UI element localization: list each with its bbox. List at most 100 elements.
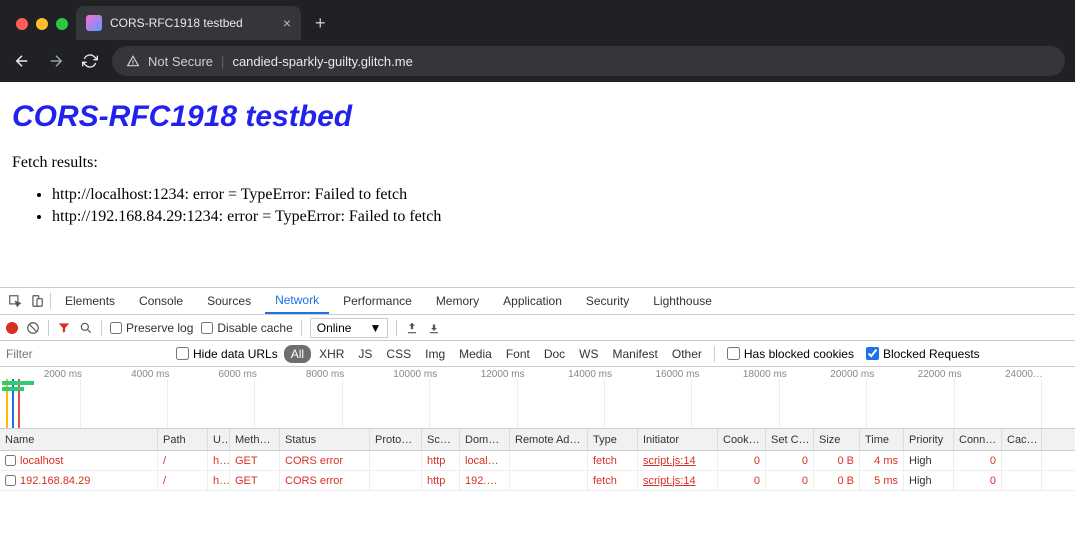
ruler-tick: 22000 ms bbox=[918, 369, 962, 380]
upload-har-icon[interactable] bbox=[405, 321, 419, 335]
table-row[interactable]: 192.168.84.29/h…GETCORS errorhttp192.…fe… bbox=[0, 471, 1075, 491]
column-header[interactable]: Dom… bbox=[460, 429, 510, 450]
cell-priority: High bbox=[904, 471, 954, 490]
clear-button[interactable] bbox=[26, 321, 40, 335]
hide-data-urls-checkbox[interactable]: Hide data URLs bbox=[170, 347, 284, 361]
search-icon[interactable] bbox=[79, 321, 93, 335]
column-header[interactable]: Status bbox=[280, 429, 370, 450]
network-table: NamePathU…Meth…StatusProto…Sc…Dom…Remote… bbox=[0, 429, 1075, 491]
column-header[interactable]: Cook… bbox=[718, 429, 766, 450]
column-header[interactable]: Name bbox=[0, 429, 158, 450]
column-header[interactable]: Proto… bbox=[370, 429, 422, 450]
overview-segment bbox=[2, 381, 34, 385]
column-header[interactable]: Set C… bbox=[766, 429, 814, 450]
security-warning-icon bbox=[126, 54, 140, 68]
table-row[interactable]: localhost/h…GETCORS errorhttplocal…fetch… bbox=[0, 451, 1075, 471]
devtools-tab-security[interactable]: Security bbox=[576, 288, 639, 314]
cell-method: GET bbox=[230, 471, 280, 490]
initiator-link[interactable]: script.js:14 bbox=[643, 455, 696, 467]
table-header: NamePathU…Meth…StatusProto…Sc…Dom…Remote… bbox=[0, 429, 1075, 451]
separator bbox=[48, 320, 49, 336]
results-label: Fetch results: bbox=[12, 154, 1063, 172]
column-header[interactable]: Priority bbox=[904, 429, 954, 450]
cell-scheme: http bbox=[422, 471, 460, 490]
cell-domain: local… bbox=[460, 451, 510, 470]
type-filter-xhr[interactable]: XHR bbox=[313, 345, 350, 363]
filter-input[interactable] bbox=[0, 341, 170, 366]
type-filter-media[interactable]: Media bbox=[453, 345, 498, 363]
devtools-tab-sources[interactable]: Sources bbox=[197, 288, 261, 314]
devtools-tab-console[interactable]: Console bbox=[129, 288, 193, 314]
type-filter-ws[interactable]: WS bbox=[573, 345, 604, 363]
window-minimize-button[interactable] bbox=[36, 18, 48, 30]
ruler-gridline bbox=[779, 379, 780, 428]
column-header[interactable]: U… bbox=[208, 429, 230, 450]
device-toggle-icon[interactable] bbox=[28, 292, 46, 310]
throttling-value: Online bbox=[317, 321, 352, 335]
type-filter-font[interactable]: Font bbox=[500, 345, 536, 363]
record-button[interactable] bbox=[6, 322, 18, 334]
column-header[interactable]: Cac… bbox=[1002, 429, 1042, 450]
devtools-tab-network[interactable]: Network bbox=[265, 288, 329, 314]
address-bar[interactable]: Not Secure | candied-sparkly-guilty.glit… bbox=[112, 46, 1065, 76]
preserve-log-checkbox[interactable]: Preserve log bbox=[110, 321, 193, 335]
tab-close-icon[interactable]: × bbox=[283, 15, 291, 31]
cell-url: h… bbox=[208, 451, 230, 470]
type-filter-js[interactable]: JS bbox=[352, 345, 378, 363]
row-checkbox[interactable] bbox=[5, 475, 16, 486]
separator bbox=[714, 346, 715, 362]
column-header[interactable]: Remote Ad… bbox=[510, 429, 588, 450]
browser-tab[interactable]: CORS-RFC1918 testbed × bbox=[76, 6, 301, 40]
ruler-tick: 10000 ms bbox=[393, 369, 437, 380]
row-checkbox[interactable] bbox=[5, 455, 16, 466]
column-header[interactable]: Conn… bbox=[954, 429, 1002, 450]
throttling-select[interactable]: Online ▼ bbox=[310, 318, 389, 338]
cell-protocol bbox=[370, 451, 422, 470]
inspect-element-icon[interactable] bbox=[6, 292, 24, 310]
cell-connid: 0 bbox=[954, 451, 1002, 470]
new-tab-button[interactable]: + bbox=[301, 13, 340, 40]
type-filter-other[interactable]: Other bbox=[666, 345, 708, 363]
filter-icon[interactable] bbox=[57, 321, 71, 335]
forward-button[interactable] bbox=[44, 49, 68, 73]
column-header[interactable]: Size bbox=[814, 429, 860, 450]
window-controls bbox=[10, 18, 76, 40]
ruler-gridline bbox=[954, 379, 955, 428]
devtools-tab-lighthouse[interactable]: Lighthouse bbox=[643, 288, 722, 314]
devtools-tab-performance[interactable]: Performance bbox=[333, 288, 422, 314]
column-header[interactable]: Sc… bbox=[422, 429, 460, 450]
cell-name: 192.168.84.29 bbox=[0, 471, 158, 490]
cell-path: / bbox=[158, 451, 208, 470]
blocked-requests-checkbox[interactable]: Blocked Requests bbox=[860, 347, 986, 361]
cell-cookies: 0 bbox=[718, 451, 766, 470]
ruler-tick: 4000 ms bbox=[131, 369, 169, 380]
column-header[interactable]: Path bbox=[158, 429, 208, 450]
timeline-overview[interactable]: 2000 ms4000 ms6000 ms8000 ms10000 ms1200… bbox=[0, 367, 1075, 429]
download-har-icon[interactable] bbox=[427, 321, 441, 335]
cell-cache bbox=[1002, 451, 1042, 470]
cell-size: 0 B bbox=[814, 451, 860, 470]
back-button[interactable] bbox=[10, 49, 34, 73]
devtools-tab-application[interactable]: Application bbox=[493, 288, 572, 314]
column-header[interactable]: Type bbox=[588, 429, 638, 450]
type-filter-all[interactable]: All bbox=[284, 345, 311, 363]
disable-cache-checkbox[interactable]: Disable cache bbox=[201, 321, 292, 335]
has-blocked-cookies-checkbox[interactable]: Has blocked cookies bbox=[721, 347, 860, 361]
result-item: http://localhost:1234: error = TypeError… bbox=[52, 186, 1063, 204]
column-header[interactable]: Initiator bbox=[638, 429, 718, 450]
initiator-link[interactable]: script.js:14 bbox=[643, 475, 696, 487]
type-filter-img[interactable]: Img bbox=[419, 345, 451, 363]
ruler-tick: 20000 ms bbox=[830, 369, 874, 380]
type-filter-css[interactable]: CSS bbox=[380, 345, 417, 363]
devtools-tab-elements[interactable]: Elements bbox=[55, 288, 125, 314]
window-maximize-button[interactable] bbox=[56, 18, 68, 30]
ruler-gridline bbox=[604, 379, 605, 428]
reload-button[interactable] bbox=[78, 49, 102, 73]
column-header[interactable]: Meth… bbox=[230, 429, 280, 450]
type-filter-manifest[interactable]: Manifest bbox=[607, 345, 664, 363]
column-header[interactable]: Time bbox=[860, 429, 904, 450]
type-filter-doc[interactable]: Doc bbox=[538, 345, 571, 363]
ruler-tick: 6000 ms bbox=[218, 369, 256, 380]
devtools-tab-memory[interactable]: Memory bbox=[426, 288, 489, 314]
window-close-button[interactable] bbox=[16, 18, 28, 30]
